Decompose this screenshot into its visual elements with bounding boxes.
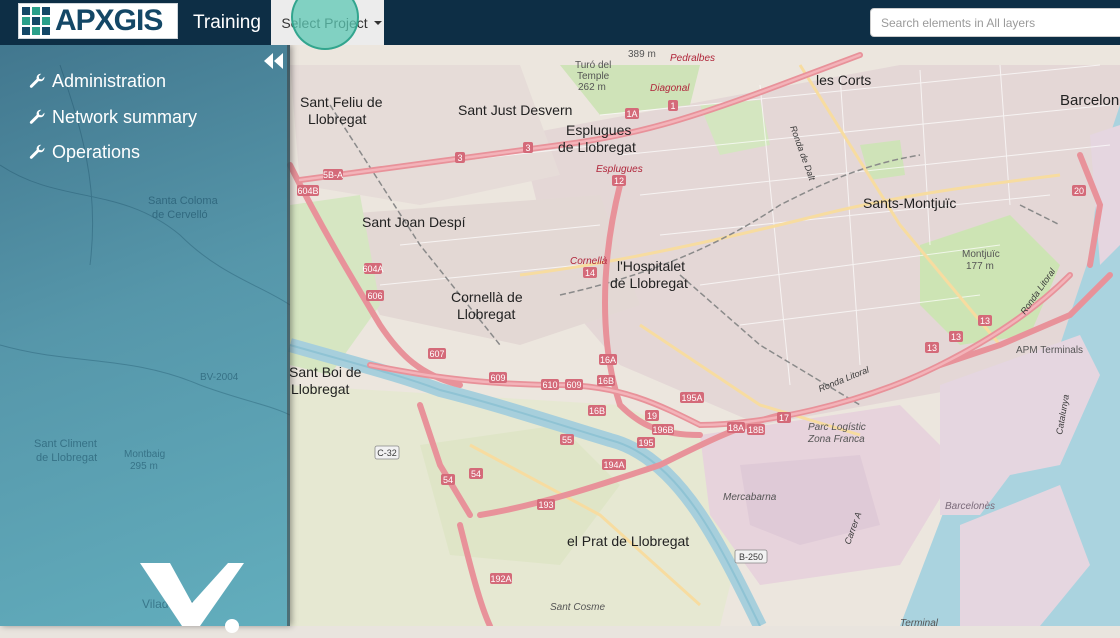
sidebar-panel: Santa Coloma de Cervelló Sant Climent de… bbox=[0, 45, 290, 633]
road-ref: 606 bbox=[367, 291, 382, 301]
place-label: Barcelonès bbox=[945, 501, 995, 512]
sidebar-edge bbox=[287, 45, 290, 626]
road-ref: 609 bbox=[566, 380, 581, 390]
road-ref: 20 bbox=[1074, 186, 1084, 196]
watermark-logo-icon bbox=[140, 563, 250, 633]
place-label: Zona Franca bbox=[807, 434, 865, 445]
apxgis-logo[interactable]: APXGIS bbox=[18, 3, 178, 39]
place-label: Esplugues bbox=[566, 122, 631, 138]
place-label: Cornellà bbox=[570, 256, 608, 267]
road-ref: 13 bbox=[951, 332, 961, 342]
road-ref: 19 bbox=[647, 411, 657, 421]
road-ref: 610 bbox=[542, 380, 557, 390]
road-ref-c32: C-32 bbox=[377, 448, 397, 458]
place-label: de Llobregat bbox=[558, 139, 636, 155]
place-label: Llobregat bbox=[457, 306, 515, 322]
place-label: Sant Joan Despí bbox=[362, 214, 466, 230]
road-ref: 192A bbox=[490, 574, 511, 584]
project-title: Training bbox=[193, 12, 261, 33]
place-label: Temple bbox=[577, 71, 610, 82]
wrench-icon bbox=[29, 73, 45, 88]
road-ref-b250: B-250 bbox=[739, 552, 763, 562]
collapse-sidebar-icon[interactable] bbox=[263, 52, 285, 70]
search-input[interactable] bbox=[870, 8, 1120, 37]
road-ref: 1 bbox=[670, 101, 675, 111]
sidebar-item-administration[interactable]: Administration bbox=[28, 71, 166, 92]
sidebar-item-label: Operations bbox=[52, 142, 141, 162]
place-label: l'Hospitalet bbox=[617, 258, 685, 274]
sidebar-item-operations[interactable]: Operations bbox=[28, 142, 140, 163]
place-label: Terminal bbox=[900, 618, 939, 626]
road-ref: 195 bbox=[638, 438, 653, 448]
wrench-icon bbox=[29, 109, 45, 124]
road-ref: 17 bbox=[779, 413, 789, 423]
road-ref: 16B bbox=[598, 376, 614, 386]
road-ref: 18A bbox=[728, 423, 744, 433]
place-label: Sant Just Desvern bbox=[458, 102, 572, 118]
place-label: de Llobregat bbox=[610, 275, 688, 291]
road-ref: 54 bbox=[443, 475, 453, 485]
place-label: APM Terminals bbox=[1016, 345, 1083, 356]
wrench-icon bbox=[29, 144, 45, 159]
road-ref: 16B bbox=[589, 406, 605, 416]
place-label: Turó del bbox=[575, 60, 611, 71]
road-ref: 604A bbox=[362, 264, 383, 274]
place-label: Montjuïc bbox=[962, 249, 1000, 260]
road-ref: 13 bbox=[980, 316, 990, 326]
place-label: Sant Cosme bbox=[550, 602, 605, 613]
sidebar-item-label: Administration bbox=[52, 71, 167, 91]
road-ref: 1A bbox=[626, 109, 637, 119]
select-project-label: Select Project bbox=[281, 14, 368, 31]
place-label: Cornellà de bbox=[451, 289, 523, 305]
place-label: Mercabarna bbox=[723, 492, 777, 503]
logo-text: APXGIS bbox=[55, 4, 163, 37]
road-ref: 609 bbox=[490, 373, 505, 383]
road-ref: 3 bbox=[525, 143, 530, 153]
road-ref: 604B bbox=[297, 186, 318, 196]
place-label: Diagonal bbox=[650, 83, 690, 94]
road-ref: 195A bbox=[681, 393, 702, 403]
faded-place-label: de Llobregat bbox=[36, 452, 97, 464]
place-label: Sant Boi de bbox=[289, 364, 362, 380]
faded-place-label: 295 m bbox=[130, 461, 158, 472]
place-label: Sant Feliu de bbox=[300, 94, 383, 110]
road-ref: 14 bbox=[585, 268, 595, 278]
place-label: Pedralbes bbox=[670, 53, 715, 64]
faded-place-label: Santa Coloma bbox=[148, 195, 219, 207]
place-label: Barcelon bbox=[1060, 92, 1119, 109]
place-label: 177 m bbox=[966, 261, 994, 272]
select-project-dropdown[interactable]: Select Project bbox=[271, 0, 384, 45]
road-ref: 54 bbox=[471, 469, 481, 479]
road-ref: 607 bbox=[429, 349, 444, 359]
sidebar-item-network-summary[interactable]: Network summary bbox=[28, 107, 197, 128]
road-ref: 16A bbox=[600, 355, 616, 365]
sidebar-item-label: Network summary bbox=[52, 107, 198, 127]
place-label: Sants-Montjuïc bbox=[863, 195, 956, 211]
caret-down-icon bbox=[374, 21, 382, 25]
road-ref: 55 bbox=[562, 435, 572, 445]
place-label: el Prat de Llobregat bbox=[567, 533, 689, 549]
apxgis-logo-mark-icon bbox=[21, 6, 51, 36]
road-ref: 12 bbox=[614, 176, 624, 186]
road-ref: 3 bbox=[457, 153, 462, 163]
faded-place-label: BV-2004 bbox=[200, 372, 239, 383]
top-navbar: APXGIS Training Select Project bbox=[0, 0, 1120, 45]
road-ref: 13 bbox=[927, 343, 937, 353]
place-label: Esplugues bbox=[596, 164, 643, 175]
faded-place-label: Montbaig bbox=[124, 449, 165, 460]
road-ref: 193 bbox=[538, 500, 553, 510]
place-label: Parc Logístic bbox=[808, 422, 866, 433]
place-label: Llobregat bbox=[308, 111, 366, 127]
place-label: 389 m bbox=[628, 49, 656, 60]
place-label: Llobregat bbox=[291, 381, 349, 397]
road-ref: 18B bbox=[748, 425, 764, 435]
road-ref: 5B-A bbox=[323, 170, 343, 180]
place-label: 262 m bbox=[578, 82, 606, 93]
faded-place-label: Sant Climent bbox=[34, 438, 97, 450]
place-label: les Corts bbox=[816, 72, 871, 88]
faded-place-label: de Cervelló bbox=[152, 209, 208, 221]
road-ref: 194A bbox=[603, 460, 624, 470]
road-ref: 196B bbox=[652, 425, 673, 435]
